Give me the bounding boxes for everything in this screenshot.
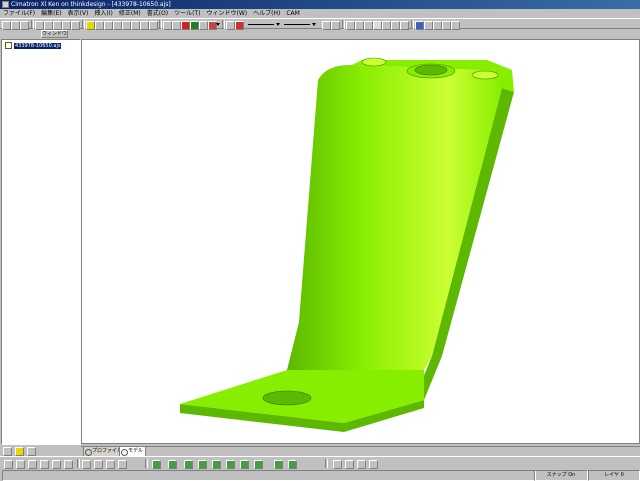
model-viewport[interactable] [81,39,640,444]
main-toolbar [0,18,640,30]
top-boss-right [471,70,499,80]
offset-tool-icon[interactable] [106,460,115,469]
view-tabs: プロファイル モデル [81,446,640,457]
window-title: Cimatron Xl Ken on thinkdesign - [433978… [11,1,171,8]
tree-root-node[interactable]: 433978-10650.ajs [5,42,62,49]
panel-controls [1,446,81,456]
panel-folder-icon[interactable] [27,447,36,456]
model-tree-panel: 433978-10650.ajs [1,39,81,445]
document-icon [5,42,12,49]
app-icon[interactable] [2,1,9,8]
menu-cam[interactable]: CAM [286,9,299,18]
sweep-icon[interactable] [184,460,193,469]
toolbar-separator [77,459,80,468]
loft-icon[interactable] [198,460,207,469]
fillet-tool-icon[interactable] [52,460,61,469]
status-message [2,470,536,481]
properties-icon[interactable] [369,460,378,469]
menu-tools[interactable]: ツール(T) [174,9,200,18]
arc-tool-icon[interactable] [40,460,49,469]
toolbar-separator [82,20,85,29]
toolbar-separator [31,20,34,29]
pattern-icon[interactable] [274,460,283,469]
circle-tool-icon[interactable] [28,460,37,469]
menu-file[interactable]: ファイル(F) [3,9,35,18]
top-boss-left [361,57,387,67]
model-tab-icon [121,449,128,456]
status-layer: レイヤ 0 [588,470,640,481]
panel-pencil-icon[interactable] [15,447,24,456]
boolean-icon[interactable] [212,460,221,469]
model-canvas[interactable] [82,40,640,444]
menu-view[interactable]: 表示(V) [68,9,89,18]
top-hole [414,64,448,76]
toolbar-separator [325,459,328,468]
panel-window-button[interactable]: ウィンドウ [41,30,68,38]
trim-tool-icon[interactable] [82,460,91,469]
chamfer-tool-icon[interactable] [64,460,73,469]
tab-model-label: モデル [128,448,144,454]
status-bar: スナップ On レイヤ 0 [0,469,640,481]
extrude-icon[interactable] [152,460,161,469]
extend-tool-icon[interactable] [94,460,103,469]
menu-window[interactable]: ウィンドウ(W) [207,9,248,18]
line-style-dropdown-icon[interactable] [276,23,280,26]
toolbar-separator [411,20,414,29]
copy-entity-icon[interactable] [357,460,366,469]
tree-root-label: 433978-10650.ajs [14,42,62,49]
line-style-selector[interactable] [248,24,274,25]
line-width-dropdown-icon[interactable] [312,23,316,26]
menu-bar: ファイル(F) 編集(E) 表示(V) 挿入(I) 修正(M) 書式(O) ツー… [0,9,640,18]
toolbar-separator [222,20,225,29]
title-bar: Cimatron Xl Ken on thinkdesign - [433978… [0,0,640,9]
toolbar-separator [159,20,162,29]
base-hole [262,390,312,406]
polyline-tool-icon[interactable] [16,460,25,469]
menu-modify[interactable]: 修正(M) [119,9,141,18]
profile-tab-icon [85,449,92,456]
panel-filter-icon[interactable] [3,447,12,456]
revolve-icon[interactable] [168,460,177,469]
toolbar-separator [145,459,148,468]
draft-icon[interactable] [240,460,249,469]
status-snap: スナップ On [534,470,588,481]
fillet-solid-icon[interactable] [288,460,297,469]
pen-dropdown-arrow-icon[interactable] [216,23,220,26]
toolbar-separator [342,20,345,29]
menu-help[interactable]: ヘルプ(H) [253,9,280,18]
shell-icon[interactable] [226,460,235,469]
menu-format[interactable]: 書式(O) [147,9,168,18]
line-tool-icon[interactable] [4,460,13,469]
delete-icon[interactable] [333,460,342,469]
tab-profile-label: プロファイル [92,448,123,454]
mirror-tool-icon[interactable] [118,460,127,469]
transform-icon[interactable] [345,460,354,469]
line-width-selector[interactable] [284,24,310,25]
hole-icon[interactable] [254,460,263,469]
sub-toolbar [0,29,640,39]
bottom-toolbar [0,456,640,469]
menu-edit[interactable]: 編集(E) [41,9,61,18]
menu-insert[interactable]: 挿入(I) [94,9,112,18]
